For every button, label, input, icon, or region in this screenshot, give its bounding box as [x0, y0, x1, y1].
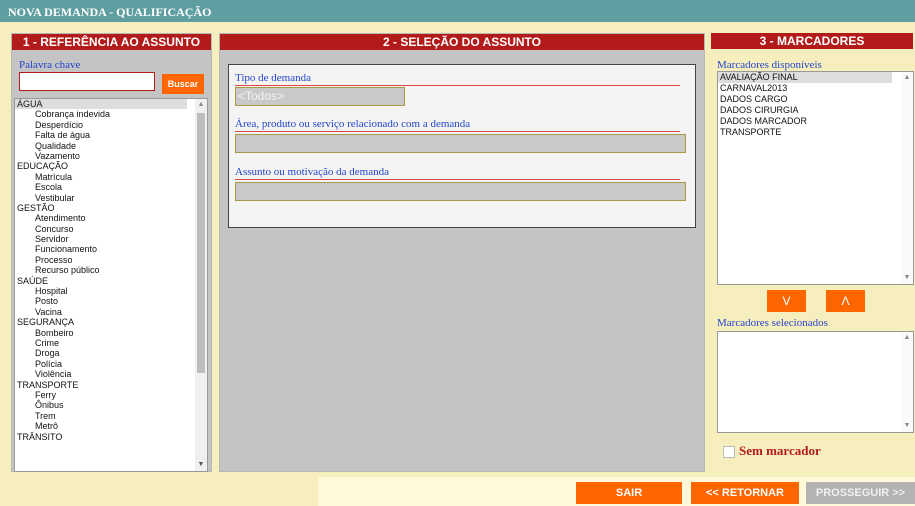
tree-subitem[interactable]: Funcionamento	[15, 244, 207, 254]
tree-subitem[interactable]: Falta de água	[15, 130, 207, 140]
tree-subitem[interactable]: Recurso público	[15, 265, 207, 275]
no-marker-checkbox[interactable]	[723, 446, 735, 458]
subject-form: Tipo de demanda <Todos> Área, produto ou…	[228, 64, 696, 228]
scroll-down-icon[interactable]: ▼	[901, 420, 913, 432]
available-marker-item[interactable]: CARNAVAL2013	[718, 83, 913, 94]
available-marker-item[interactable]: TRANSPORTE	[718, 127, 913, 138]
scroll-thumb[interactable]	[197, 113, 205, 373]
add-marker-button[interactable]: V	[767, 290, 806, 312]
tree-subitem[interactable]: Droga	[15, 348, 207, 358]
tree-subitem[interactable]: Cobrança indevida	[15, 109, 207, 119]
tree-subitem[interactable]: Processo	[15, 255, 207, 265]
reference-panel: 1 - REFERÊNCIA AO ASSUNTO Palavra chave …	[11, 33, 212, 472]
keyword-input[interactable]	[19, 72, 155, 91]
tree-category[interactable]: SAÚDE	[15, 276, 207, 286]
tree-subitem[interactable]: Posto	[15, 296, 207, 306]
title-bar: NOVA DEMANDA - QUALIFICAÇÃO	[0, 0, 915, 22]
tree-category[interactable]: GESTÃO	[15, 203, 207, 213]
tree-subitem[interactable]: Escola	[15, 182, 207, 192]
available-marker-item[interactable]: DADOS MARCADOR	[718, 116, 913, 127]
available-marker-item[interactable]: DADOS CARGO	[718, 94, 913, 105]
scroll-down-icon[interactable]: ▼	[901, 272, 913, 284]
window-title: NOVA DEMANDA - QUALIFICAÇÃO	[8, 5, 212, 19]
scroll-up-icon[interactable]: ▲	[901, 72, 913, 84]
available-marker-item[interactable]: AVALIAÇÃO FINAL	[718, 72, 892, 83]
search-button[interactable]: Buscar	[162, 74, 204, 94]
scroll-up-icon[interactable]: ▲	[195, 99, 207, 111]
reference-panel-title: 1 - REFERÊNCIA AO ASSUNTO	[12, 34, 211, 50]
available-marker-item[interactable]: DADOS CIRURGIA	[718, 105, 913, 116]
tree-category[interactable]: TRÂNSITO	[15, 432, 207, 442]
back-button[interactable]: << RETORNAR	[691, 482, 799, 504]
tree-subitem[interactable]: Servidor	[15, 234, 207, 244]
available-markers-scrollbar[interactable]: ▲ ▼	[901, 72, 913, 284]
tree-subitem[interactable]: Trem	[15, 411, 207, 421]
tree-subitem[interactable]: Atendimento	[15, 213, 207, 223]
tree-subitem[interactable]: Ferry	[15, 390, 207, 400]
proceed-button[interactable]: PROSSEGUIR >>	[806, 482, 915, 504]
tree-subitem[interactable]: Concurso	[15, 224, 207, 234]
area-select[interactable]	[235, 134, 686, 153]
tree-subitem[interactable]: Metrô	[15, 421, 207, 431]
tree-subitem[interactable]: Vestibular	[15, 193, 207, 203]
tree-subitem[interactable]: Matrícula	[15, 172, 207, 182]
subject-select[interactable]	[235, 182, 686, 201]
scroll-down-icon[interactable]: ▼	[195, 459, 207, 471]
tree-subitem[interactable]: Desperdício	[15, 120, 207, 130]
markers-panel-title: 3 - MARCADORES	[711, 33, 913, 49]
scroll-up-icon[interactable]: ▲	[901, 332, 913, 344]
area-label: Área, produto ou serviço relacionado com…	[235, 118, 680, 132]
tree-category[interactable]: EDUCAÇÃO	[15, 161, 207, 171]
tree-category[interactable]: SEGURANÇA	[15, 317, 207, 327]
subject-selection-title: 2 - SELEÇÃO DO ASSUNTO	[220, 34, 704, 50]
demand-type-select[interactable]: <Todos>	[235, 87, 405, 106]
selected-markers-scrollbar[interactable]: ▲ ▼	[901, 332, 913, 432]
tree-subitem[interactable]: Crime	[15, 338, 207, 348]
tree-category[interactable]: TRANSPORTE	[15, 380, 207, 390]
selected-markers-label: Marcadores selecionados	[717, 317, 828, 329]
tree-category[interactable]: ÁGUA	[15, 99, 187, 110]
tree-subitem[interactable]: Vacina	[15, 307, 207, 317]
tree-subitem[interactable]: Violência	[15, 369, 207, 379]
tree-subitem[interactable]: Hospital	[15, 286, 207, 296]
markers-panel: 3 - MARCADORES Marcadores disponíveis AV…	[711, 33, 914, 470]
subject-selection-panel: 2 - SELEÇÃO DO ASSUNTO Tipo de demanda <…	[219, 33, 705, 472]
available-markers-list[interactable]: AVALIAÇÃO FINAL CARNAVAL2013 DADOS CARGO DA…	[717, 71, 914, 285]
available-markers-label: Marcadores disponíveis	[717, 59, 822, 71]
demand-type-label: Tipo de demanda	[235, 72, 680, 86]
selected-markers-list[interactable]: ▲ ▼	[717, 331, 914, 433]
keyword-label: Palavra chave	[19, 59, 81, 71]
remove-marker-button[interactable]: Λ	[826, 290, 865, 312]
subject-tree[interactable]: ÁGUA Cobrança indevida Desperdício Falta de…	[14, 98, 208, 472]
tree-subitem[interactable]: Vazamento	[15, 151, 207, 161]
tree-subitem[interactable]: Bombeiro	[15, 328, 207, 338]
tree-scrollbar[interactable]: ▲ ▼	[195, 99, 207, 471]
tree-subitem[interactable]: Ônibus	[15, 400, 207, 410]
no-marker-label: Sem marcador	[739, 443, 821, 458]
subject-label: Assunto ou motivação da demanda	[235, 166, 680, 180]
exit-button[interactable]: SAIR	[576, 482, 682, 504]
tree-subitem[interactable]: Polícia	[15, 359, 207, 369]
tree-subitem[interactable]: Qualidade	[15, 141, 207, 151]
